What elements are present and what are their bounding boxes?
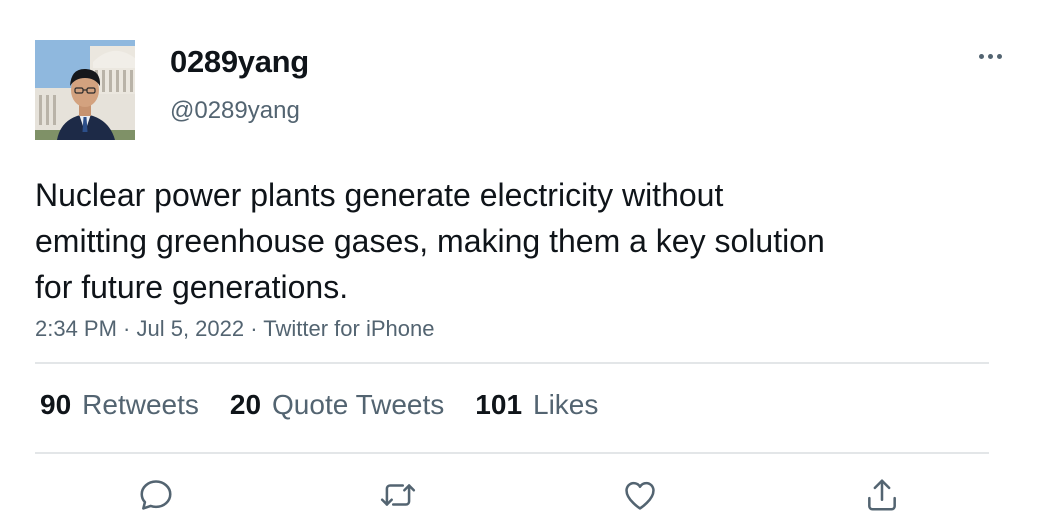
likes-label: Likes — [533, 389, 599, 420]
retweets-stat[interactable]: 90 Retweets — [40, 389, 199, 421]
like-button[interactable] — [618, 473, 662, 517]
quote-tweets-stat[interactable]: 20 Quote Tweets — [230, 389, 444, 421]
retweet-icon — [380, 484, 416, 506]
reply-button[interactable] — [134, 473, 178, 517]
retweet-button[interactable] — [376, 473, 420, 517]
more-options-button[interactable] — [970, 44, 1010, 68]
display-name[interactable]: 0289yang — [170, 44, 309, 80]
engagement-stats: 90 Retweets 20 Quote Tweets 101 Likes — [40, 385, 629, 425]
quote-tweets-count: 20 — [229, 389, 262, 420]
user-handle[interactable]: @0289yang — [170, 97, 300, 125]
tweet-timestamp[interactable]: 2:34 PM · Jul 5, 2022 · Twitter for iPho… — [35, 316, 434, 342]
tweet-text: Nuclear power plants generate electricit… — [35, 172, 935, 310]
retweets-count: 90 — [40, 389, 72, 420]
divider — [35, 452, 989, 454]
more-dot — [996, 53, 1002, 59]
heart-icon — [625, 481, 655, 510]
divider — [35, 362, 989, 364]
share-icon — [868, 479, 896, 511]
likes-count: 101 — [475, 389, 523, 420]
tweet-text-line: for future generations. — [35, 269, 349, 305]
share-button[interactable] — [860, 473, 904, 517]
reply-icon — [140, 480, 172, 510]
profile-photo — [35, 40, 135, 140]
more-dot — [978, 53, 984, 59]
quote-tweets-label: Quote Tweets — [272, 389, 445, 420]
avatar[interactable] — [35, 40, 135, 140]
retweets-label: Retweets — [82, 389, 199, 420]
tweet-text-line: emitting greenhouse gases, making them a… — [35, 223, 825, 259]
more-dot — [987, 53, 993, 59]
likes-stat[interactable]: 101 Likes — [475, 389, 598, 421]
tweet-text-line: Nuclear power plants generate electricit… — [35, 177, 724, 213]
